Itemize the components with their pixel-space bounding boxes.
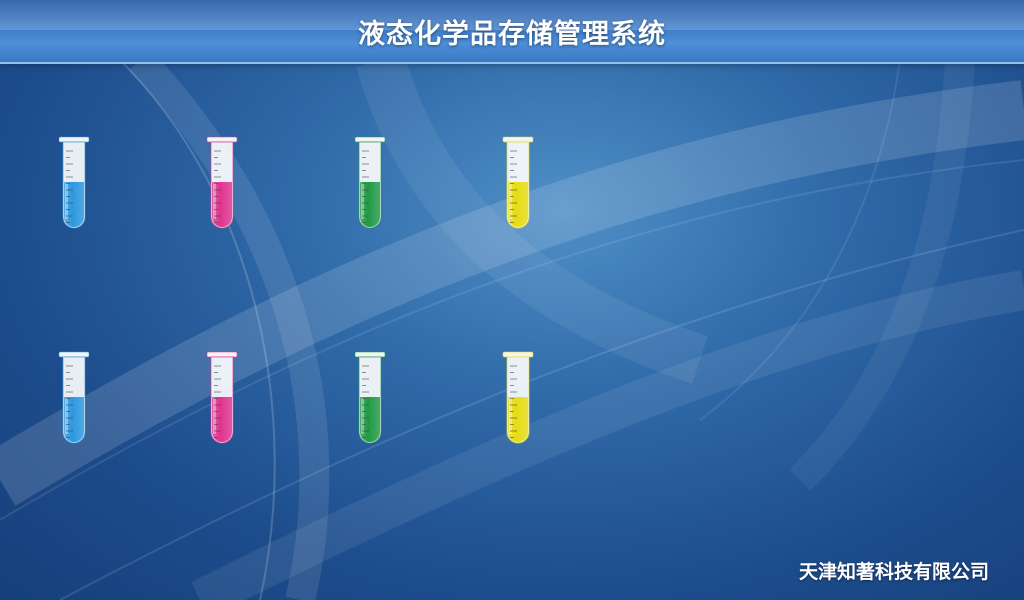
test-tube-icon <box>502 136 534 229</box>
company-name: 天津知著科技有限公司 <box>798 561 989 583</box>
test-tube-icon <box>502 351 534 444</box>
test-tube-icon <box>206 351 238 444</box>
test-tube-icon <box>354 351 386 444</box>
test-tube-8[interactable] <box>500 350 536 450</box>
title-bar: 液态化学品存储管理系统 <box>0 0 1024 64</box>
test-tube-4[interactable] <box>500 135 536 235</box>
test-tube-2[interactable] <box>204 135 240 235</box>
test-tube-6[interactable] <box>204 350 240 450</box>
background-wave-decoration <box>0 49 1024 600</box>
test-tube-3[interactable] <box>352 135 388 235</box>
test-tube-7[interactable] <box>352 350 388 450</box>
test-tube-icon <box>354 136 386 229</box>
test-tube-5[interactable] <box>56 350 92 450</box>
main-screen: 液态化学品存储管理系统 天津知著科技有限公司 <box>0 0 1024 600</box>
test-tube-icon <box>58 351 90 444</box>
test-tube-icon <box>58 136 90 229</box>
test-tube-icon <box>206 136 238 229</box>
app-title: 液态化学品存储管理系统 <box>358 19 666 50</box>
test-tube-1[interactable] <box>56 135 92 235</box>
